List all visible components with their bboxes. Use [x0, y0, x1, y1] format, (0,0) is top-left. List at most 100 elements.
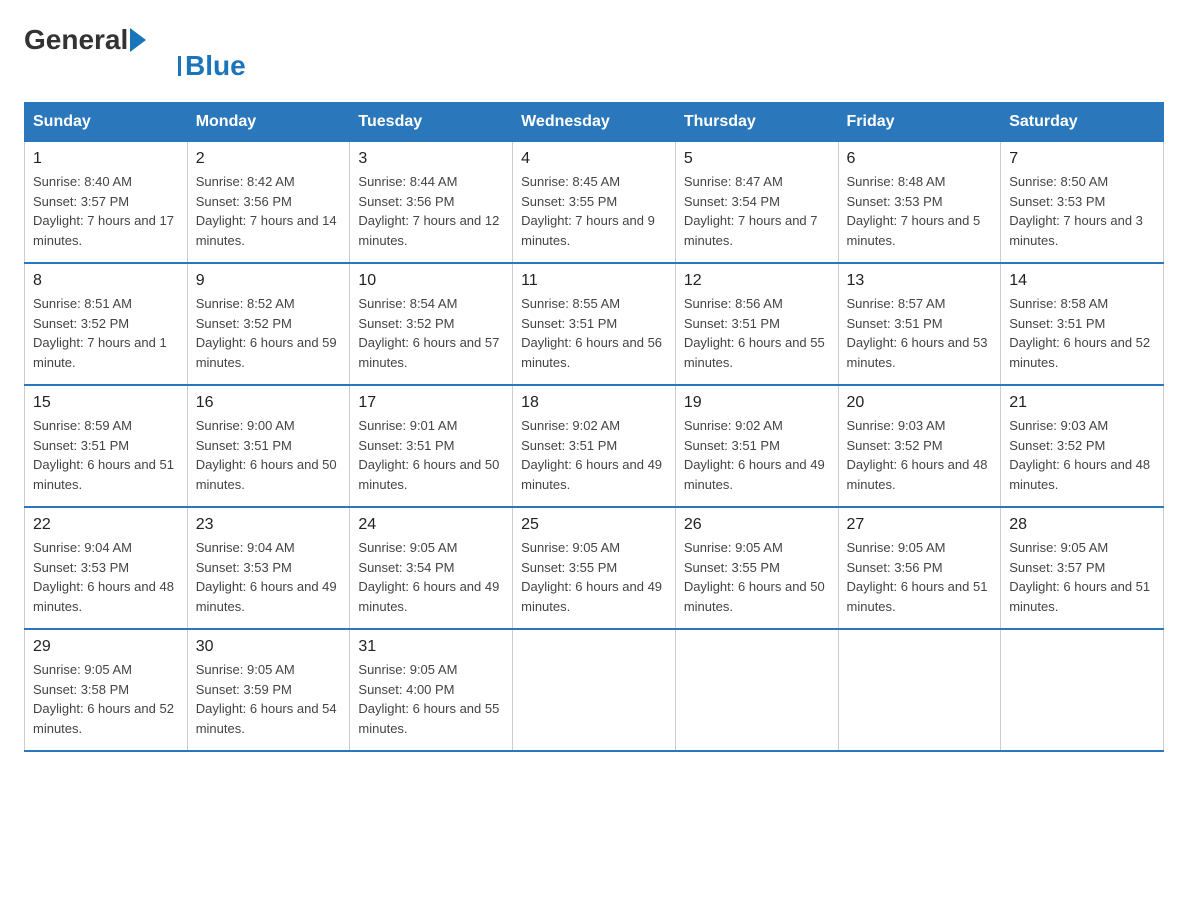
day-number: 10 — [358, 272, 504, 290]
header-day-tuesday: Tuesday — [350, 103, 513, 142]
day-info: Sunrise: 8:44 AMSunset: 3:56 PMDaylight:… — [358, 172, 504, 250]
day-info: Sunrise: 9:03 AMSunset: 3:52 PMDaylight:… — [1009, 416, 1155, 494]
day-info: Sunrise: 9:05 AMSunset: 3:56 PMDaylight:… — [847, 538, 993, 616]
calendar-cell: 24 Sunrise: 9:05 AMSunset: 3:54 PMDaylig… — [350, 507, 513, 629]
logo: General Blue — [24, 24, 246, 82]
header-day-wednesday: Wednesday — [513, 103, 676, 142]
calendar-cell: 11 Sunrise: 8:55 AMSunset: 3:51 PMDaylig… — [513, 263, 676, 385]
calendar-cell: 4 Sunrise: 8:45 AMSunset: 3:55 PMDayligh… — [513, 142, 676, 264]
calendar-cell: 16 Sunrise: 9:00 AMSunset: 3:51 PMDaylig… — [187, 385, 350, 507]
calendar-cell: 7 Sunrise: 8:50 AMSunset: 3:53 PMDayligh… — [1001, 142, 1164, 264]
calendar-cell: 21 Sunrise: 9:03 AMSunset: 3:52 PMDaylig… — [1001, 385, 1164, 507]
day-number: 6 — [847, 150, 993, 168]
day-number: 19 — [684, 394, 830, 412]
week-row-3: 15 Sunrise: 8:59 AMSunset: 3:51 PMDaylig… — [25, 385, 1164, 507]
day-info: Sunrise: 9:01 AMSunset: 3:51 PMDaylight:… — [358, 416, 504, 494]
day-number: 13 — [847, 272, 993, 290]
calendar-cell — [675, 629, 838, 751]
day-number: 20 — [847, 394, 993, 412]
header-day-sunday: Sunday — [25, 103, 188, 142]
week-row-4: 22 Sunrise: 9:04 AMSunset: 3:53 PMDaylig… — [25, 507, 1164, 629]
day-info: Sunrise: 8:45 AMSunset: 3:55 PMDaylight:… — [521, 172, 667, 250]
day-number: 4 — [521, 150, 667, 168]
calendar-cell: 9 Sunrise: 8:52 AMSunset: 3:52 PMDayligh… — [187, 263, 350, 385]
calendar-cell — [838, 629, 1001, 751]
calendar-cell: 25 Sunrise: 9:05 AMSunset: 3:55 PMDaylig… — [513, 507, 676, 629]
week-row-2: 8 Sunrise: 8:51 AMSunset: 3:52 PMDayligh… — [25, 263, 1164, 385]
calendar-cell — [513, 629, 676, 751]
calendar-cell: 27 Sunrise: 9:05 AMSunset: 3:56 PMDaylig… — [838, 507, 1001, 629]
day-info: Sunrise: 9:05 AMSunset: 3:57 PMDaylight:… — [1009, 538, 1155, 616]
day-info: Sunrise: 8:54 AMSunset: 3:52 PMDaylight:… — [358, 294, 504, 372]
logo-blue-part — [128, 28, 148, 52]
calendar-cell: 30 Sunrise: 9:05 AMSunset: 3:59 PMDaylig… — [187, 629, 350, 751]
day-number: 5 — [684, 150, 830, 168]
calendar-cell: 22 Sunrise: 9:04 AMSunset: 3:53 PMDaylig… — [25, 507, 188, 629]
calendar-cell: 17 Sunrise: 9:01 AMSunset: 3:51 PMDaylig… — [350, 385, 513, 507]
day-number: 26 — [684, 516, 830, 534]
day-number: 28 — [1009, 516, 1155, 534]
calendar-cell: 23 Sunrise: 9:04 AMSunset: 3:53 PMDaylig… — [187, 507, 350, 629]
calendar-cell: 12 Sunrise: 8:56 AMSunset: 3:51 PMDaylig… — [675, 263, 838, 385]
week-row-1: 1 Sunrise: 8:40 AMSunset: 3:57 PMDayligh… — [25, 142, 1164, 264]
day-info: Sunrise: 9:05 AMSunset: 3:55 PMDaylight:… — [521, 538, 667, 616]
calendar-cell: 6 Sunrise: 8:48 AMSunset: 3:53 PMDayligh… — [838, 142, 1001, 264]
day-number: 2 — [196, 150, 342, 168]
calendar-cell: 8 Sunrise: 8:51 AMSunset: 3:52 PMDayligh… — [25, 263, 188, 385]
day-number: 30 — [196, 638, 342, 656]
calendar-cell: 14 Sunrise: 8:58 AMSunset: 3:51 PMDaylig… — [1001, 263, 1164, 385]
day-number: 3 — [358, 150, 504, 168]
day-number: 9 — [196, 272, 342, 290]
day-number: 16 — [196, 394, 342, 412]
day-info: Sunrise: 9:02 AMSunset: 3:51 PMDaylight:… — [684, 416, 830, 494]
calendar-cell: 15 Sunrise: 8:59 AMSunset: 3:51 PMDaylig… — [25, 385, 188, 507]
day-number: 21 — [1009, 394, 1155, 412]
day-info: Sunrise: 9:05 AMSunset: 3:59 PMDaylight:… — [196, 660, 342, 738]
day-info: Sunrise: 8:40 AMSunset: 3:57 PMDaylight:… — [33, 172, 179, 250]
day-info: Sunrise: 8:47 AMSunset: 3:54 PMDaylight:… — [684, 172, 830, 250]
calendar-cell: 18 Sunrise: 9:02 AMSunset: 3:51 PMDaylig… — [513, 385, 676, 507]
day-number: 14 — [1009, 272, 1155, 290]
day-info: Sunrise: 9:05 AMSunset: 4:00 PMDaylight:… — [358, 660, 504, 738]
calendar-cell: 20 Sunrise: 9:03 AMSunset: 3:52 PMDaylig… — [838, 385, 1001, 507]
day-info: Sunrise: 8:52 AMSunset: 3:52 PMDaylight:… — [196, 294, 342, 372]
calendar-cell: 3 Sunrise: 8:44 AMSunset: 3:56 PMDayligh… — [350, 142, 513, 264]
day-info: Sunrise: 8:42 AMSunset: 3:56 PMDaylight:… — [196, 172, 342, 250]
day-number: 23 — [196, 516, 342, 534]
week-row-5: 29 Sunrise: 9:05 AMSunset: 3:58 PMDaylig… — [25, 629, 1164, 751]
day-number: 11 — [521, 272, 667, 290]
calendar-cell: 28 Sunrise: 9:05 AMSunset: 3:57 PMDaylig… — [1001, 507, 1164, 629]
header-day-monday: Monday — [187, 103, 350, 142]
day-number: 15 — [33, 394, 179, 412]
day-number: 18 — [521, 394, 667, 412]
page-header: General Blue — [24, 24, 1164, 82]
calendar-table: SundayMondayTuesdayWednesdayThursdayFrid… — [24, 102, 1164, 752]
day-info: Sunrise: 8:56 AMSunset: 3:51 PMDaylight:… — [684, 294, 830, 372]
day-number: 12 — [684, 272, 830, 290]
calendar-cell: 2 Sunrise: 8:42 AMSunset: 3:56 PMDayligh… — [187, 142, 350, 264]
day-info: Sunrise: 9:05 AMSunset: 3:54 PMDaylight:… — [358, 538, 504, 616]
day-number: 27 — [847, 516, 993, 534]
day-info: Sunrise: 9:03 AMSunset: 3:52 PMDaylight:… — [847, 416, 993, 494]
day-info: Sunrise: 9:04 AMSunset: 3:53 PMDaylight:… — [196, 538, 342, 616]
calendar-cell — [1001, 629, 1164, 751]
calendar-cell: 26 Sunrise: 9:05 AMSunset: 3:55 PMDaylig… — [675, 507, 838, 629]
day-number: 29 — [33, 638, 179, 656]
header-day-thursday: Thursday — [675, 103, 838, 142]
day-number: 17 — [358, 394, 504, 412]
calendar-cell: 29 Sunrise: 9:05 AMSunset: 3:58 PMDaylig… — [25, 629, 188, 751]
header-row: SundayMondayTuesdayWednesdayThursdayFrid… — [25, 103, 1164, 142]
day-info: Sunrise: 8:48 AMSunset: 3:53 PMDaylight:… — [847, 172, 993, 250]
day-number: 7 — [1009, 150, 1155, 168]
calendar-cell: 5 Sunrise: 8:47 AMSunset: 3:54 PMDayligh… — [675, 142, 838, 264]
calendar-cell: 19 Sunrise: 9:02 AMSunset: 3:51 PMDaylig… — [675, 385, 838, 507]
day-info: Sunrise: 9:04 AMSunset: 3:53 PMDaylight:… — [33, 538, 179, 616]
day-info: Sunrise: 8:51 AMSunset: 3:52 PMDaylight:… — [33, 294, 179, 372]
day-number: 8 — [33, 272, 179, 290]
day-info: Sunrise: 8:50 AMSunset: 3:53 PMDaylight:… — [1009, 172, 1155, 250]
calendar-cell: 31 Sunrise: 9:05 AMSunset: 4:00 PMDaylig… — [350, 629, 513, 751]
day-info: Sunrise: 8:57 AMSunset: 3:51 PMDaylight:… — [847, 294, 993, 372]
day-number: 22 — [33, 516, 179, 534]
header-day-saturday: Saturday — [1001, 103, 1164, 142]
calendar-cell: 13 Sunrise: 8:57 AMSunset: 3:51 PMDaylig… — [838, 263, 1001, 385]
